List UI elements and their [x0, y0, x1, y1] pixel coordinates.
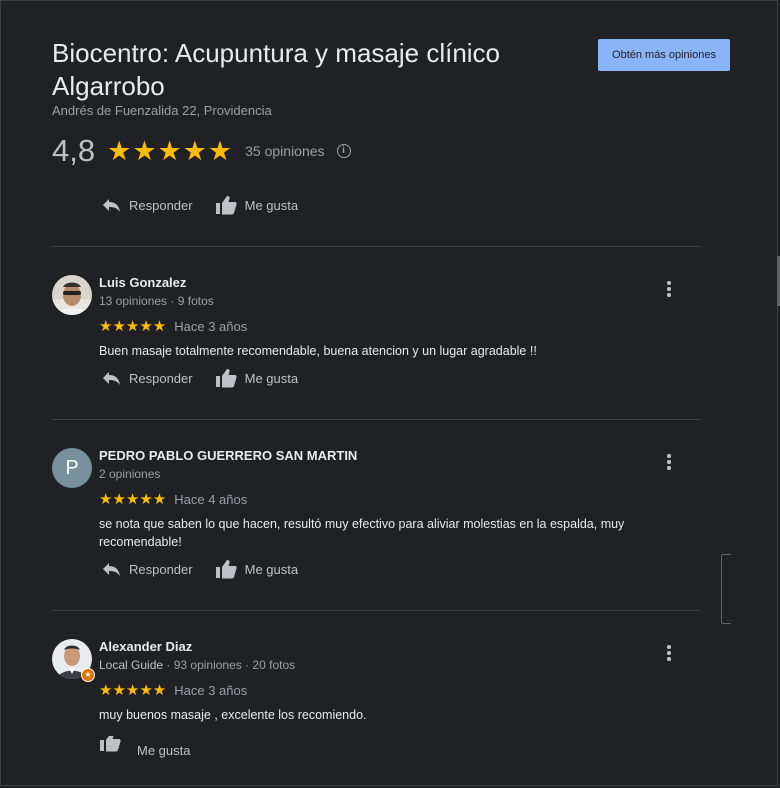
reviewer-meta: 2 opiniones: [99, 467, 161, 481]
scroll-handle[interactable]: [721, 554, 731, 624]
avatar[interactable]: ★: [52, 639, 95, 682]
reply-icon: [103, 372, 120, 385]
reply-icon: [103, 199, 120, 212]
avatar-letter: P: [52, 448, 92, 488]
reply-button[interactable]: Responder: [101, 561, 193, 577]
divider: [52, 419, 701, 420]
like-button[interactable]: Me gusta: [99, 736, 190, 758]
get-more-reviews-button[interactable]: Obtén más opiniones: [598, 39, 730, 71]
reviewer-name[interactable]: Alexander Diaz: [99, 639, 192, 654]
more-options-icon[interactable]: [663, 281, 675, 299]
place-title: Biocentro: Acupuntura y masaje clínico A…: [52, 38, 501, 101]
thumbs-up-icon: [215, 560, 237, 579]
like-label: Me gusta: [137, 742, 191, 758]
clipped-actions: Me gusta: [1, 736, 779, 788]
avatar-photo: [52, 275, 92, 315]
more-options-icon[interactable]: [663, 454, 675, 472]
reviews-panel: Biocentro: Acupuntura y masaje clínico A…: [0, 0, 780, 788]
reviewer-name[interactable]: PEDRO PABLO GUERRERO SAN MARTIN: [99, 448, 357, 463]
divider: [52, 610, 701, 611]
avatar[interactable]: P: [52, 448, 92, 488]
thumbs-up-icon: [215, 369, 237, 388]
like-button[interactable]: Me gusta: [215, 368, 298, 388]
review-date: Hace 3 años: [174, 318, 248, 334]
reviewer-meta: 13 opiniones · 9 fotos: [99, 294, 214, 308]
review-rating: ★★★★★ Hace 3 años: [99, 681, 247, 699]
like-button[interactable]: Me gusta: [215, 559, 298, 579]
info-icon[interactable]: i: [336, 144, 351, 158]
reply-label: Responder: [129, 197, 193, 213]
review-text: se nota que saben lo que hacen, resultó …: [99, 517, 625, 549]
review-date: Hace 4 años: [174, 491, 248, 507]
reply-icon: [103, 563, 120, 576]
local-guide-label: Local Guide: [99, 658, 164, 672]
rating-value: 4,8: [52, 133, 96, 168]
review-text: Buen masaje totalmente recomendable, bue…: [99, 344, 537, 358]
like-label: Me gusta: [244, 370, 299, 386]
review-count-link[interactable]: 35 opiniones: [245, 143, 324, 159]
reviewer-meta: Local Guide · 93 opiniones · 20 fotos: [99, 658, 295, 672]
reply-button[interactable]: Responder: [101, 370, 193, 386]
reviewer-name[interactable]: Luis Gonzalez: [99, 275, 186, 290]
thumbs-up-icon: [215, 196, 237, 215]
divider: [52, 246, 701, 247]
like-label: Me gusta: [244, 197, 299, 213]
rating-summary: 4,8 ★★★★★ 35 opiniones i: [52, 133, 351, 169]
review-actions: Responder Me gusta: [101, 559, 298, 579]
review-actions: Responder Me gusta: [101, 368, 298, 388]
review-stars: ★★★★★: [99, 318, 167, 335]
rating-stars: ★★★★★: [107, 135, 234, 166]
place-address: Andrés de Fuenzalida 22, Providencia: [52, 103, 272, 118]
like-button[interactable]: Me gusta: [215, 195, 298, 215]
review-item: ★ Alexander Diaz Local Guide · 93 opinio…: [52, 639, 701, 735]
review-date: Hace 3 años: [174, 682, 248, 698]
reply-label: Responder: [129, 561, 193, 577]
local-guide-badge-icon: ★: [81, 668, 95, 682]
place-actions: Responder Me gusta: [101, 195, 298, 215]
review-stars: ★★★★★: [99, 491, 167, 508]
review-rating: ★★★★★ Hace 4 años: [99, 490, 247, 508]
reviewer-stats: · 93 opiniones · 20 fotos: [163, 658, 296, 672]
reply-label: Responder: [129, 370, 193, 386]
avatar[interactable]: [52, 275, 92, 315]
review-stars: ★★★★★: [99, 682, 167, 699]
thumbs-up-icon: [100, 736, 121, 752]
review-text: muy buenos masaje , excelente los recomi…: [99, 708, 367, 722]
like-label: Me gusta: [244, 561, 299, 577]
reply-button[interactable]: Responder: [101, 197, 193, 213]
more-options-icon[interactable]: [663, 645, 675, 663]
review-rating: ★★★★★ Hace 3 años: [99, 317, 247, 335]
